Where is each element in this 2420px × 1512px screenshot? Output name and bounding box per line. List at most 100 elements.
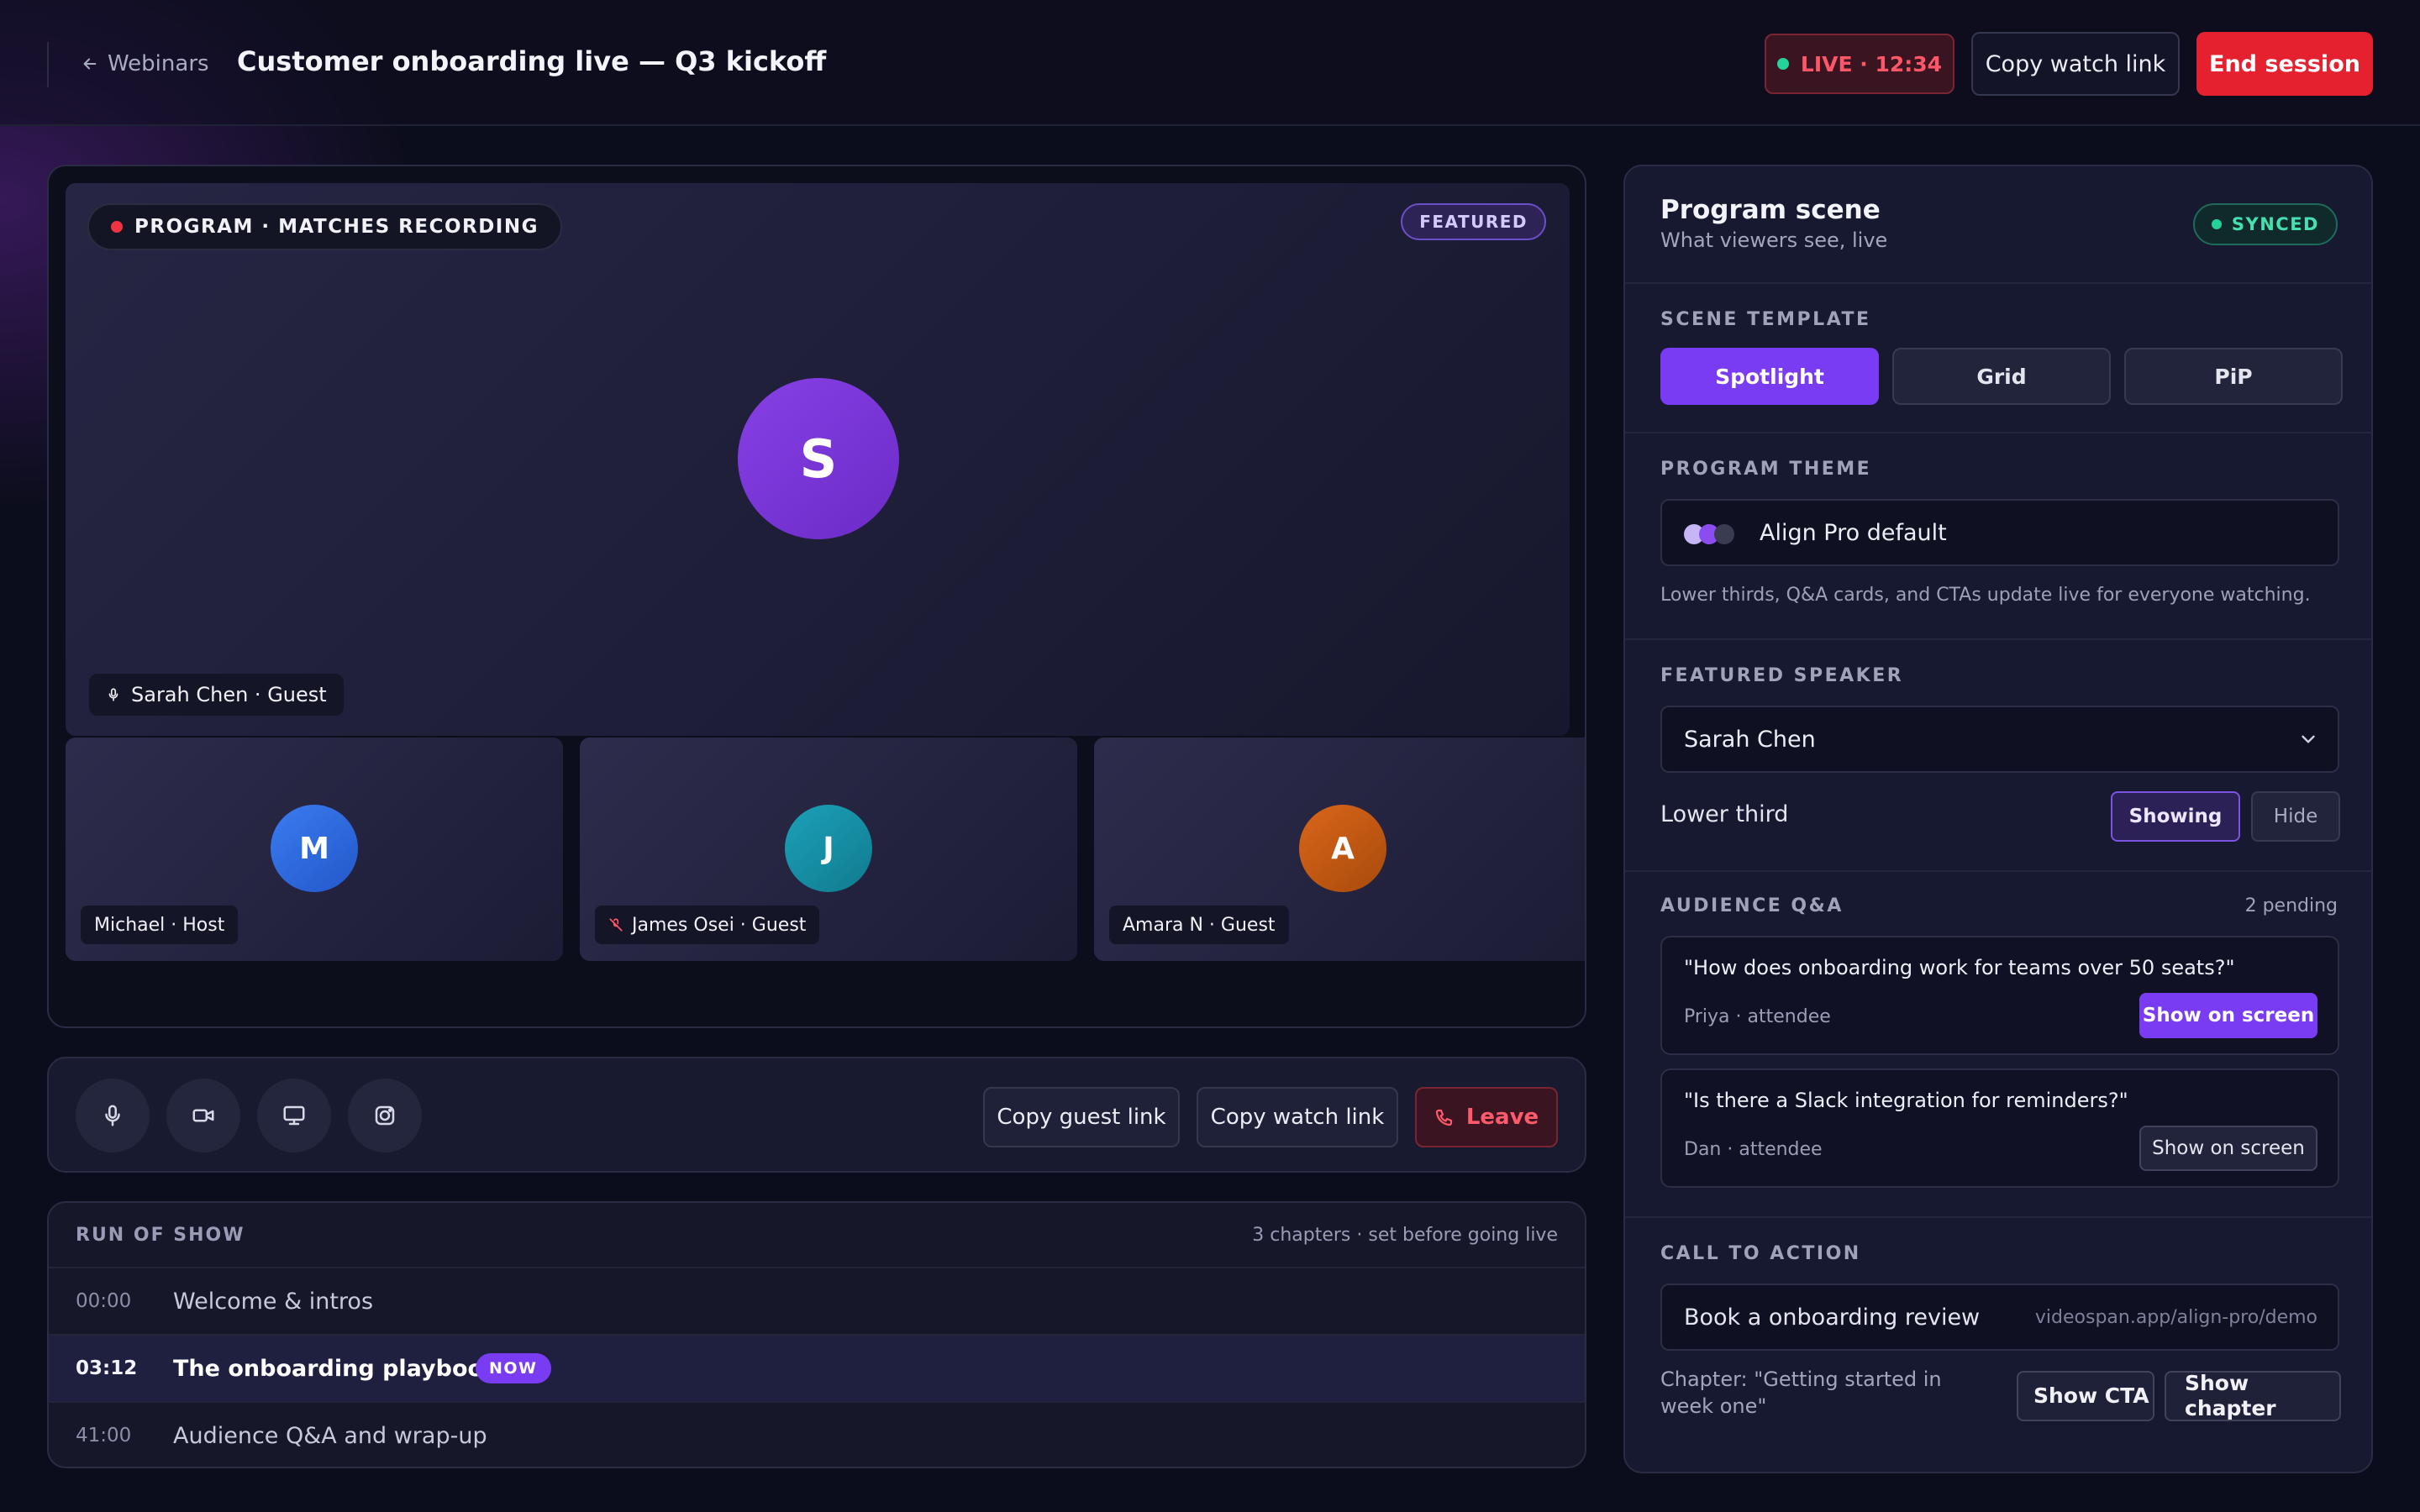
participant-name-chip: Amara N · Guest (1109, 906, 1289, 944)
synced-badge: SYNCED (2192, 203, 2338, 245)
back-to-webinars-link[interactable]: Webinars (81, 49, 209, 79)
program-theme-select[interactable]: Align Pro default (1660, 499, 2339, 566)
participant-avatar: A (1299, 805, 1386, 892)
leave-label: Leave (1465, 1105, 1539, 1130)
scene-option-spotlight[interactable]: Spotlight (1660, 348, 1879, 405)
program-scene-panel: Program scene What viewers see, live SYN… (1623, 165, 2373, 1473)
participant-tile-michael[interactable]: M Michael · Host (66, 738, 563, 961)
featured-name: Sarah Chen · Guest (131, 683, 327, 706)
camera-icon (192, 1109, 214, 1122)
featured-speaker-label: FEATURED SPEAKER (1660, 665, 1904, 686)
qa-question-author: Priya · attendee (1684, 1006, 1831, 1027)
scene-option-grid[interactable]: Grid (1892, 348, 2111, 405)
call-to-action-label: CALL TO ACTION (1660, 1243, 1861, 1264)
show-chapter-button[interactable]: Show chapter (2165, 1371, 2341, 1421)
lower-third-showing-button[interactable]: Showing (2111, 791, 2240, 842)
microphone-icon (105, 1105, 120, 1126)
cta-value: Book a onboarding review (1684, 1304, 1981, 1331)
featured-video-tile[interactable]: PROGRAM · MATCHES RECORDING FEATURED S S… (66, 183, 1570, 736)
toggle-camera-button[interactable] (166, 1079, 240, 1152)
featured-badge: FEATURED (1401, 203, 1546, 240)
participant-name: Amara N · Guest (1123, 914, 1276, 936)
back-link-label: Webinars (108, 51, 209, 76)
now-badge: NOW (476, 1353, 551, 1383)
panel-title: Program scene (1660, 195, 1881, 225)
microphone-muted-icon (609, 918, 623, 932)
chapter-row[interactable]: 00:00 Welcome & intros (49, 1267, 1585, 1334)
theme-swatch-icon (1684, 524, 1743, 544)
header-divider (47, 42, 49, 87)
chapter-time: 03:12 (76, 1357, 138, 1379)
video-stage: PROGRAM · MATCHES RECORDING FEATURED S S… (47, 165, 1586, 1028)
run-of-show-meta: 3 chapters · set before going live (1252, 1225, 1558, 1246)
panel-subtitle: What viewers see, live (1660, 228, 1888, 252)
scene-template-label: SCENE TEMPLATE (1660, 309, 1871, 330)
end-session-button[interactable]: End session (2196, 32, 2373, 96)
participant-tile-james[interactable]: J James Osei · Guest (580, 738, 1077, 961)
phone-icon (1435, 1109, 1452, 1126)
header-copy-watch-link-button[interactable]: Copy watch link (1971, 32, 2180, 96)
call-controls-bar: Copy guest link Copy watch link Leave (47, 1057, 1586, 1173)
copy-guest-link-button[interactable]: Copy guest link (983, 1087, 1180, 1147)
featured-avatar: S (738, 378, 899, 539)
qa-question-author: Dan · attendee (1684, 1139, 1823, 1160)
qa-question-text: "Is there a Slack integration for remind… (1684, 1089, 2128, 1112)
chapter-name: Audience Q&A and wrap-up (173, 1422, 487, 1449)
qa-question-card: "Is there a Slack integration for remind… (1660, 1068, 2339, 1188)
share-screen-button[interactable] (257, 1079, 331, 1152)
program-theme-note: Lower thirds, Q&A cards, and CTAs update… (1660, 585, 2311, 606)
program-label: PROGRAM · MATCHES RECORDING (134, 216, 539, 238)
live-label: LIVE · 12:34 (1800, 51, 1943, 76)
chapter-row[interactable]: 41:00 Audience Q&A and wrap-up (49, 1401, 1585, 1467)
featured-name-chip: Sarah Chen · Guest (89, 674, 344, 716)
copy-watch-link-button[interactable]: Copy watch link (1197, 1087, 1398, 1147)
cta-url: videospan.app/align-pro/demo (2034, 1306, 2317, 1328)
chapter-name: The onboarding playbook (173, 1355, 499, 1382)
chapter-time: 41:00 (76, 1425, 132, 1446)
record-icon (375, 1105, 395, 1126)
record-dot-icon (111, 221, 123, 233)
program-theme-label: PROGRAM THEME (1660, 459, 1872, 480)
run-of-show-title: RUN OF SHOW (76, 1225, 245, 1246)
program-theme-value: Align Pro default (1760, 519, 1947, 546)
featured-speaker-select[interactable]: Sarah Chen (1660, 706, 2339, 773)
qa-pending-count: 2 pending (2244, 895, 2338, 916)
qa-show-on-screen-button[interactable]: Show on screen (2139, 1126, 2317, 1171)
microphone-icon (108, 688, 118, 701)
program-status-chip: PROGRAM · MATCHES RECORDING (87, 203, 562, 250)
page-title: Customer onboarding live — Q3 kickoff (237, 45, 827, 77)
qa-question-card: "How does onboarding work for teams over… (1660, 936, 2339, 1055)
participant-name: James Osei · Guest (632, 914, 807, 936)
participant-avatar: M (271, 805, 358, 892)
featured-speaker-value: Sarah Chen (1684, 726, 1816, 753)
arrow-left-icon (83, 58, 97, 70)
synced-dot-icon (2211, 219, 2222, 229)
chapter-time: 00:00 (76, 1290, 132, 1312)
qa-show-on-screen-button[interactable]: Show on screen (2139, 993, 2317, 1038)
participant-avatar: J (785, 805, 872, 892)
leave-button[interactable]: Leave (1415, 1087, 1558, 1147)
screen-share-icon (283, 1105, 305, 1126)
scene-option-pip[interactable]: PiP (2124, 348, 2343, 405)
record-button[interactable] (348, 1079, 422, 1152)
live-dot-icon (1776, 58, 1789, 70)
chapter-name: Welcome & intros (173, 1288, 374, 1315)
cta-input[interactable]: Book a onboarding review videospan.app/a… (1660, 1284, 2339, 1351)
chapter-row-current[interactable]: 03:12 The onboarding playbook NOW (49, 1334, 1585, 1401)
show-cta-button[interactable]: Show CTA (2017, 1371, 2154, 1421)
chevron-down-icon (2302, 735, 2315, 743)
audience-qa-label: AUDIENCE Q&A (1660, 895, 1844, 916)
qa-question-text: "How does onboarding work for teams over… (1684, 956, 2235, 979)
participant-name-chip: Michael · Host (81, 906, 239, 944)
toggle-microphone-button[interactable] (76, 1079, 150, 1152)
run-of-show-panel: RUN OF SHOW 3 chapters · set before goin… (47, 1201, 1586, 1468)
participant-name: Michael · Host (94, 914, 225, 936)
participant-name-chip: James Osei · Guest (595, 906, 820, 944)
participant-tile-amara[interactable]: A Amara N · Guest (1094, 738, 1585, 961)
live-status-badge: LIVE · 12:34 (1765, 34, 1954, 94)
synced-label: SYNCED (2231, 214, 2319, 234)
top-bar: Webinars Customer onboarding live — Q3 k… (0, 0, 2420, 126)
lower-third-label: Lower third (1660, 801, 1789, 827)
cta-chapter-text: Chapter: "Getting started in week one" (1660, 1368, 1942, 1418)
lower-third-hide-button[interactable]: Hide (2251, 791, 2340, 842)
